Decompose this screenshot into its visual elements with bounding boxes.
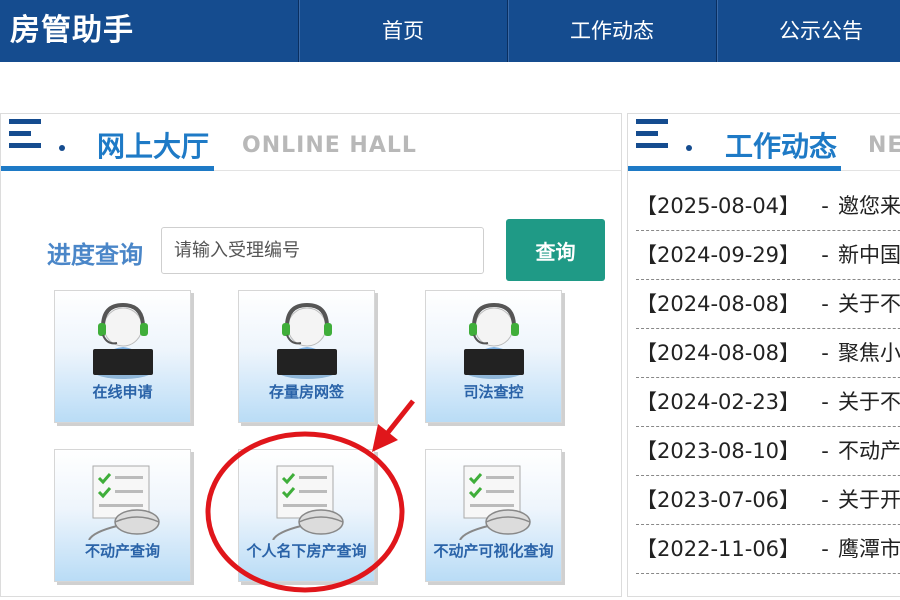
tile-personal-property-query[interactable]: 个人名下房产查询 <box>238 449 375 582</box>
tile-label: 个人名下房产查询 <box>246 542 367 560</box>
work-news-header: 工作动态 NE <box>628 114 900 171</box>
tile-label: 存量房网签 <box>268 383 344 401</box>
work-news-underline <box>628 166 841 171</box>
tile-label: 司法查控 <box>463 383 524 401</box>
query-button[interactable]: 查询 <box>506 219 605 281</box>
news-item[interactable]: 【2024-02-23】 - 关于不 <box>636 378 900 427</box>
news-separator: - <box>821 292 829 316</box>
tile-online-application[interactable]: 在线申请 <box>54 290 191 423</box>
menu-lines-icon <box>9 119 65 153</box>
news-item[interactable]: 【2024-09-29】 - 新中国 <box>636 231 900 280</box>
nav-work-news[interactable]: 工作动态 <box>507 0 716 62</box>
news-list: 【2025-08-04】 - 邀您来 【2024-09-29】 - 新中国 【2024-… <box>636 182 900 574</box>
news-item[interactable]: 【2024-08-08】 - 关于不 <box>636 280 900 329</box>
news-item[interactable]: 【2023-07-06】 - 关于开 <box>636 476 900 525</box>
online-hall-subtitle: ONLINE HALL <box>242 133 417 158</box>
news-separator: - <box>821 537 829 561</box>
news-title[interactable]: 新中国 <box>838 231 900 279</box>
tile-judicial-inquiry[interactable]: 司法查控 <box>425 290 562 423</box>
news-separator: - <box>821 243 829 267</box>
news-title[interactable]: 邀您来 <box>838 182 900 230</box>
news-item[interactable]: 【2022-11-06】 - 鹰潭市 <box>636 525 900 574</box>
news-separator: - <box>821 390 829 414</box>
news-separator: - <box>821 341 829 365</box>
nav-announcements[interactable]: 公示公告 <box>716 0 900 62</box>
news-date: 【2023-07-06】 <box>636 488 801 512</box>
checklist-mouse-icon <box>272 465 344 540</box>
acceptance-number-input[interactable] <box>161 227 484 274</box>
news-separator: - <box>821 194 829 218</box>
checklist-mouse-icon <box>88 465 160 540</box>
news-date: 【2024-09-29】 <box>636 243 801 267</box>
customer-service-agent-icon <box>93 302 153 379</box>
tile-label: 不动产查询 <box>84 542 160 560</box>
tile-label: 在线申请 <box>92 383 153 401</box>
news-item[interactable]: 【2023-08-10】 - 不动产 <box>636 427 900 476</box>
online-hall-title: 网上大厅 <box>97 130 210 163</box>
news-separator: - <box>821 488 829 512</box>
customer-service-agent-icon <box>464 302 524 379</box>
news-date: 【2024-08-08】 <box>636 341 801 365</box>
news-date: 【2024-08-08】 <box>636 292 801 316</box>
main-nav: 首页 工作动态 公示公告 <box>298 0 900 62</box>
tile-real-estate-visual-query[interactable]: 不动产可视化查询 <box>425 449 562 582</box>
tile-label: 不动产可视化查询 <box>433 542 554 560</box>
menu-lines-icon <box>636 119 692 153</box>
news-title[interactable]: 不动产 <box>838 427 900 475</box>
progress-query-label: 进度查询 <box>47 241 143 269</box>
work-news-subtitle: NE <box>868 133 900 158</box>
news-title[interactable]: 关于不 <box>838 280 900 328</box>
news-title[interactable]: 聚焦小 <box>838 329 900 377</box>
checklist-mouse-icon <box>459 465 531 540</box>
news-date: 【2023-08-10】 <box>636 439 801 463</box>
news-date: 【2025-08-04】 <box>636 194 801 218</box>
news-date: 【2022-11-06】 <box>636 537 801 561</box>
news-title[interactable]: 关于不 <box>838 378 900 426</box>
tile-real-estate-query[interactable]: 不动产查询 <box>54 449 191 582</box>
online-hall-underline <box>1 166 214 171</box>
news-separator: - <box>821 439 829 463</box>
nav-home[interactable]: 首页 <box>298 0 507 62</box>
customer-service-agent-icon <box>277 302 337 379</box>
news-title[interactable]: 鹰潭市 <box>838 525 900 573</box>
news-item[interactable]: 【2025-08-04】 - 邀您来 <box>636 182 900 231</box>
news-date: 【2024-02-23】 <box>636 390 801 414</box>
top-header: 房管助手 首页 工作动态 公示公告 <box>0 0 900 62</box>
work-news-panel: 工作动态 NE 【2025-08-04】 - 邀您来 【2024-09-29】 - 新中… <box>627 113 900 597</box>
tile-existing-housing-contract[interactable]: 存量房网签 <box>238 290 375 423</box>
work-news-title: 工作动态 <box>725 130 838 163</box>
site-logo[interactable]: 房管助手 <box>10 0 134 62</box>
online-hall-header: 网上大厅 ONLINE HALL <box>1 114 621 171</box>
news-item[interactable]: 【2024-08-08】 - 聚焦小 <box>636 329 900 378</box>
news-title[interactable]: 关于开 <box>838 476 900 524</box>
